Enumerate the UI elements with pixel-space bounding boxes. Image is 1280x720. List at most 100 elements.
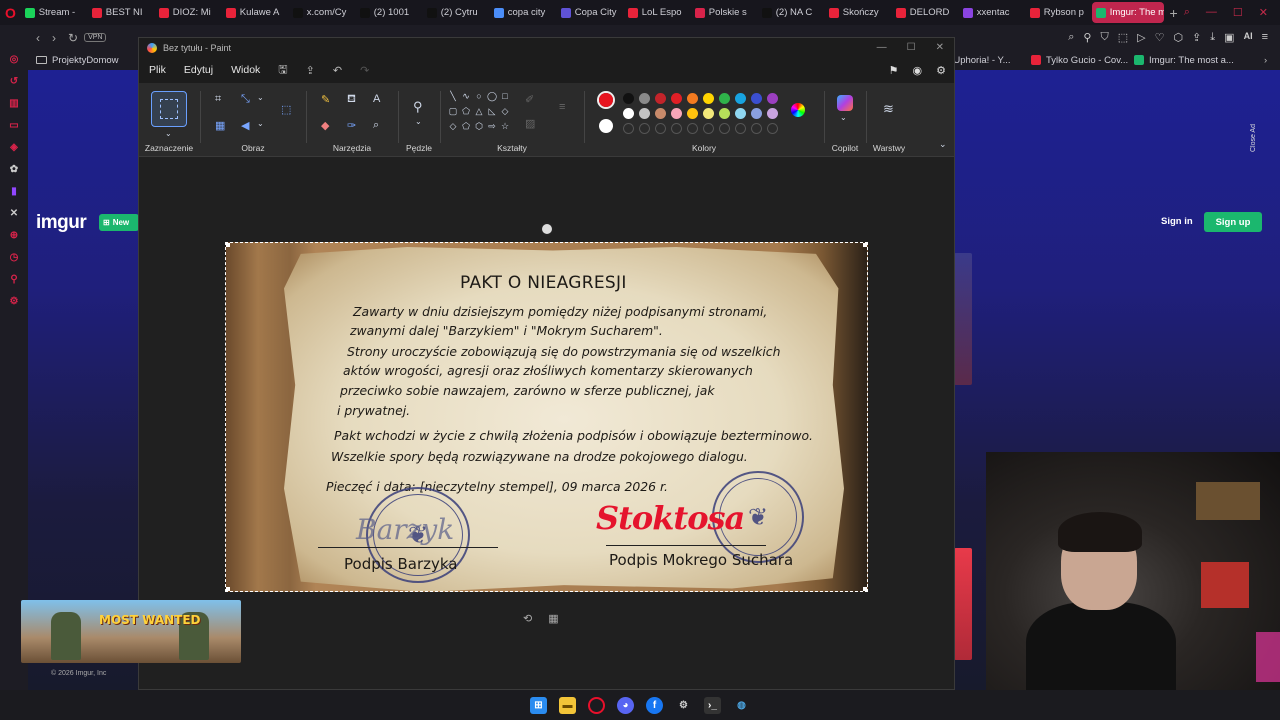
reload-icon[interactable]: ↻: [68, 31, 78, 45]
resize-handle[interactable]: [226, 243, 230, 247]
color-swatch[interactable]: [703, 108, 714, 119]
browser-tab[interactable]: x.com/Cy: [289, 2, 355, 23]
color-swatch[interactable]: [671, 93, 682, 104]
triangle-shape-icon[interactable]: △: [473, 106, 485, 120]
select-tool-button[interactable]: [151, 91, 187, 127]
browser-tab[interactable]: (2) Cytru: [423, 2, 489, 23]
custom-color-slot[interactable]: [639, 123, 650, 134]
browser-tab[interactable]: Rybson p: [1026, 2, 1092, 23]
settings-icon[interactable]: ⚙: [936, 64, 946, 77]
rotate-selection-icon[interactable]: ⟲: [523, 612, 532, 625]
aria-icon[interactable]: ◎: [7, 52, 21, 66]
color-swatch[interactable]: [655, 108, 666, 119]
pin-icon[interactable]: ⚲: [1083, 31, 1091, 44]
bookmark-euphoria[interactable]: EUphoria! - Y...: [947, 55, 1011, 66]
imgur-logo[interactable]: imgur: [36, 212, 87, 234]
color-swatch[interactable]: [639, 93, 650, 104]
color-swatch[interactable]: [735, 108, 746, 119]
polygon-shape-icon[interactable]: ⬠: [460, 106, 472, 120]
hexagon-shape-icon[interactable]: ⬡: [473, 121, 485, 135]
forward-icon[interactable]: ›: [52, 31, 56, 45]
rotate-icon[interactable]: ◀: [241, 119, 249, 132]
menu-edit[interactable]: Edytuj: [184, 64, 213, 76]
menu-icon[interactable]: ≡: [1262, 31, 1268, 44]
browser-tab[interactable]: BEST NI: [88, 2, 154, 23]
close-ad-button[interactable]: Close Ad: [1250, 124, 1257, 152]
color-picker-icon[interactable]: ✑: [347, 119, 356, 132]
background-removal-icon[interactable]: ⬚: [281, 103, 291, 116]
color-swatch[interactable]: [751, 93, 762, 104]
chevron-down-icon[interactable]: ⌄: [257, 93, 264, 102]
chevron-down-icon[interactable]: ⌄: [840, 113, 847, 122]
outline-icon[interactable]: ✐: [525, 93, 534, 106]
right-triangle-icon[interactable]: ◺: [486, 106, 498, 120]
rounded-rect-icon[interactable]: ▢: [447, 106, 459, 120]
resize-handle[interactable]: [863, 587, 867, 591]
pin-icon[interactable]: ⚲: [7, 272, 21, 286]
browser-tab[interactable]: DELORD: [892, 2, 958, 23]
custom-color-slot[interactable]: [735, 123, 746, 134]
custom-color-slot[interactable]: [751, 123, 762, 134]
facebook-icon[interactable]: f: [646, 696, 663, 714]
download-icon[interactable]: ⤓: [1210, 31, 1215, 44]
pentagon-shape-icon[interactable]: ⬠: [460, 121, 472, 135]
bookmark-imgur[interactable]: Imgur: The most a...: [1134, 55, 1234, 66]
custom-color-slot[interactable]: [671, 123, 682, 134]
rotate-handle[interactable]: [540, 222, 554, 236]
ellipse-shape-icon[interactable]: ◯: [486, 91, 498, 105]
opera-gx-icon[interactable]: [588, 696, 605, 714]
file-explorer-icon[interactable]: ▬: [559, 696, 576, 714]
save-icon[interactable]: 🖫: [278, 61, 287, 80]
browser-tab[interactable]: Kulawe A: [222, 2, 288, 23]
color-swatch[interactable]: [719, 108, 730, 119]
wallet-icon[interactable]: ▭: [7, 118, 21, 132]
copilot-icon[interactable]: [837, 95, 853, 111]
wallet-icon[interactable]: ▣: [1224, 31, 1234, 44]
fill-icon[interactable]: ⛾: [347, 93, 356, 107]
redo-icon[interactable]: ↷: [360, 64, 369, 77]
globe-icon[interactable]: ◍: [733, 697, 750, 714]
pasted-document-image[interactable]: PAKT O NIEAGRESJI Zawarty w dniu dzisiej…: [225, 242, 868, 592]
eraser-icon[interactable]: ◆: [321, 119, 329, 132]
ai-button[interactable]: AI: [1244, 31, 1253, 44]
minimize-button[interactable]: —: [877, 42, 887, 53]
clock-icon[interactable]: ◷: [7, 250, 21, 264]
maximize-button[interactable]: ☐: [907, 42, 916, 53]
browser-tab[interactable]: Stream -: [21, 2, 87, 23]
custom-color-slot[interactable]: [767, 123, 778, 134]
history-icon[interactable]: ↺: [7, 74, 21, 88]
crop-icon[interactable]: ⌗: [215, 93, 221, 106]
vpn-badge[interactable]: VPN: [84, 33, 107, 42]
star-shape-icon[interactable]: ☆: [499, 121, 511, 135]
bookmark-tylko-gucio[interactable]: Tylko Gucio - Cov...: [1031, 55, 1128, 66]
bookmark-folder[interactable]: ProjektyDomow: [28, 55, 127, 66]
menu-file[interactable]: Plik: [149, 64, 166, 76]
settings-icon[interactable]: ⚙: [7, 294, 21, 308]
color-swatch[interactable]: [623, 93, 634, 104]
play-icon[interactable]: ▷: [1137, 31, 1145, 44]
close-button[interactable]: ✕: [1259, 6, 1268, 19]
tab-imgur-active[interactable]: Imgur: The magic: [1091, 2, 1164, 23]
browser-tab[interactable]: LoL Espo: [624, 2, 690, 23]
rectangle-shape-icon[interactable]: □: [499, 91, 511, 105]
new-post-button[interactable]: ⊞ New: [99, 214, 139, 231]
add-icon[interactable]: ⊕: [7, 228, 21, 242]
browser-tab[interactable]: xxentac: [959, 2, 1025, 23]
x-icon[interactable]: ✕: [7, 206, 21, 220]
chatgpt-icon[interactable]: ✿: [7, 162, 21, 176]
color2-button[interactable]: [599, 119, 613, 133]
shield-icon[interactable]: ⛉: [1100, 31, 1108, 44]
maximize-button[interactable]: ☐: [1233, 6, 1243, 19]
feedback-icon[interactable]: ⚑: [889, 64, 899, 77]
ribbon-collapse-icon[interactable]: ⌄: [939, 139, 947, 150]
resize-handle[interactable]: [863, 243, 867, 247]
resize-handle[interactable]: [226, 587, 230, 591]
minimize-button[interactable]: —: [1206, 6, 1217, 19]
settings-icon[interactable]: ⚙: [675, 697, 692, 714]
line-shape-icon[interactable]: ╲: [447, 91, 459, 105]
menu-view[interactable]: Widok: [231, 64, 260, 76]
share-icon[interactable]: ⇪: [306, 64, 315, 77]
color-swatch[interactable]: [751, 108, 762, 119]
brush-icon[interactable]: ⚲: [413, 99, 423, 115]
sign-up-button[interactable]: Sign up: [1204, 212, 1262, 232]
